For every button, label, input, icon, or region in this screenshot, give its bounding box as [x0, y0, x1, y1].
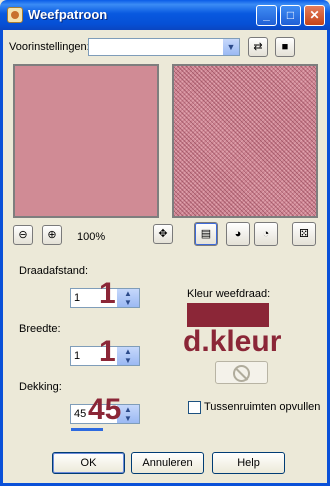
color-label: Kleur weefdraad: — [187, 288, 271, 300]
opacity-focus-bar — [71, 428, 103, 431]
gap-value: 1 — [74, 292, 81, 304]
gap-annotation: 1 — [99, 277, 116, 310]
result-preview[interactable] — [172, 64, 318, 218]
app-icon — [7, 7, 23, 23]
close-button[interactable]: ✕ — [304, 5, 325, 26]
presets-label: Voorinstellingen: — [9, 41, 90, 53]
proof-icon: ◕ — [234, 228, 242, 240]
move-icon: ✥ — [158, 228, 168, 240]
move-button[interactable]: ✥ — [153, 224, 173, 244]
window-frame-left — [0, 30, 3, 486]
width-annotation: 1 — [99, 335, 116, 368]
opacity-label: Dekking: — [19, 381, 62, 393]
ok-button[interactable]: OK — [52, 452, 125, 474]
load-preset-button[interactable]: ⇄ — [248, 37, 268, 57]
zoom-out-button[interactable]: ⊖ — [13, 225, 33, 245]
fill-gaps-label: Tussenruimten opvullen — [204, 401, 321, 413]
save-preset-button[interactable]: ■ — [275, 37, 295, 57]
gap-label: Draadafstand: — [19, 265, 89, 277]
auto-proof-button[interactable]: ◔ — [254, 222, 278, 246]
opacity-value: 45 — [74, 408, 87, 420]
width-stepper-arrows[interactable]: ▲ ▼ — [117, 347, 139, 365]
zoom-level: 100% — [77, 231, 106, 243]
randomize-button[interactable]: ⚄ — [292, 222, 316, 246]
preview-toggle-icon: ▤ — [200, 228, 212, 240]
fill-gaps-checkbox[interactable] — [188, 401, 201, 414]
color-annotation: d.kleur — [183, 325, 282, 358]
width-label: Breedte: — [19, 323, 61, 335]
help-button[interactable]: Help — [212, 452, 285, 474]
width-value: 1 — [74, 350, 81, 362]
zoom-in-icon: ⊕ — [47, 229, 57, 241]
window-title: Weefpatroon — [28, 7, 108, 22]
zoom-out-icon: ⊖ — [18, 229, 28, 241]
minimize-button[interactable]: _ — [256, 5, 277, 26]
maximize-button[interactable]: □ — [280, 5, 301, 26]
zoom-in-button[interactable]: ⊕ — [42, 225, 62, 245]
transparent-button[interactable] — [215, 361, 268, 384]
proof-button[interactable]: ◕ — [226, 222, 250, 246]
gap-stepper-arrows[interactable]: ▲ ▼ — [117, 289, 139, 307]
presets-dropdown[interactable]: ▼ — [88, 38, 240, 56]
opacity-annotation: 45 — [88, 393, 122, 426]
auto-proof-icon: ◔ — [262, 228, 270, 240]
cancel-button[interactable]: Annuleren — [131, 452, 204, 474]
load-preset-icon: ⇄ — [253, 41, 263, 53]
original-preview[interactable] — [13, 64, 159, 218]
chevron-down-icon[interactable]: ▼ — [223, 39, 239, 55]
preview-toggle-button[interactable]: ▤ — [194, 222, 218, 246]
randomize-icon: ⚄ — [299, 228, 309, 240]
title-bar: Weefpatroon _ □ ✕ — [0, 0, 330, 30]
save-preset-icon: ■ — [281, 41, 289, 53]
thread-color-swatch[interactable] — [187, 303, 269, 327]
